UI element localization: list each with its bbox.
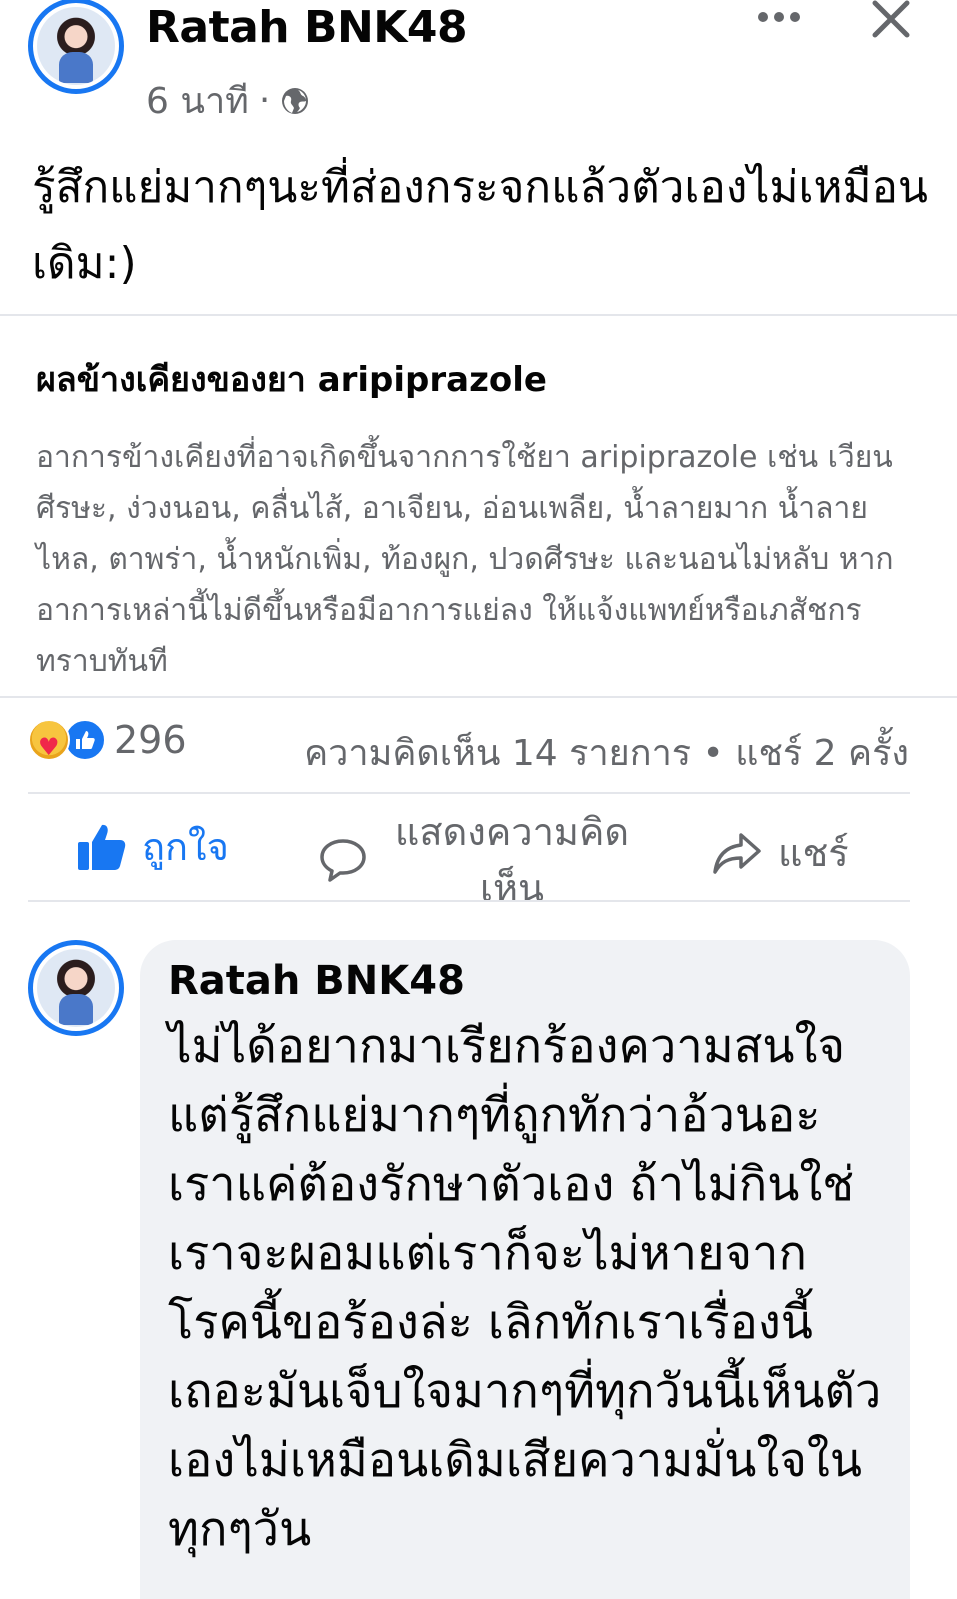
link-preview-description: อาการข้างเคียงที่อาจเกิดขึ้นจากการใช้ยา … [36,440,894,679]
like-label: ถูกใจ [142,825,229,869]
care-icon [28,719,70,761]
globe-icon [282,87,309,114]
divider [0,696,957,698]
post-meta: 6 นาที · [146,72,310,129]
post-text: รู้สึกแย่มากๆนะที่ส่องกระจกแล้วตัวเองไม่… [32,162,929,289]
avatar-image [37,949,115,1027]
divider [0,314,957,316]
link-preview-title[interactable]: ผลข้างเคียงของยา aripiprazole [36,352,547,406]
reaction-summary[interactable]: 296 [28,718,187,762]
comment-author-name[interactable]: Ratah BNK48 [168,958,465,1004]
comments-shares-count[interactable]: ความคิดเห็น 14 รายการ • แชร์ 2 ครั้ง [304,724,909,781]
divider [28,900,910,902]
like-button[interactable]: ถูกใจ [76,816,229,877]
comment-text: ไม่ได้อยากมาเรียกร้องความสนใจ แต่รู้สึกแ… [168,1019,882,1557]
close-icon[interactable] [868,0,914,40]
like-reaction-icon [64,719,106,761]
more-options-icon[interactable] [756,6,802,28]
reaction-count: 296 [114,718,187,762]
avatar-image [37,7,115,85]
thumbs-up-icon [78,824,126,870]
comment-icon [320,839,366,882]
divider [28,792,910,794]
meta-separator: · [258,80,271,121]
post-author-avatar[interactable] [28,0,124,94]
share-label: แชร์ [778,831,849,875]
post-time[interactable]: 6 นาที [146,72,249,129]
share-button[interactable]: แชร์ [712,822,849,883]
comment-author-avatar[interactable] [28,940,124,1036]
post-author-name[interactable]: Ratah BNK48 [146,2,468,53]
share-icon [713,832,761,874]
